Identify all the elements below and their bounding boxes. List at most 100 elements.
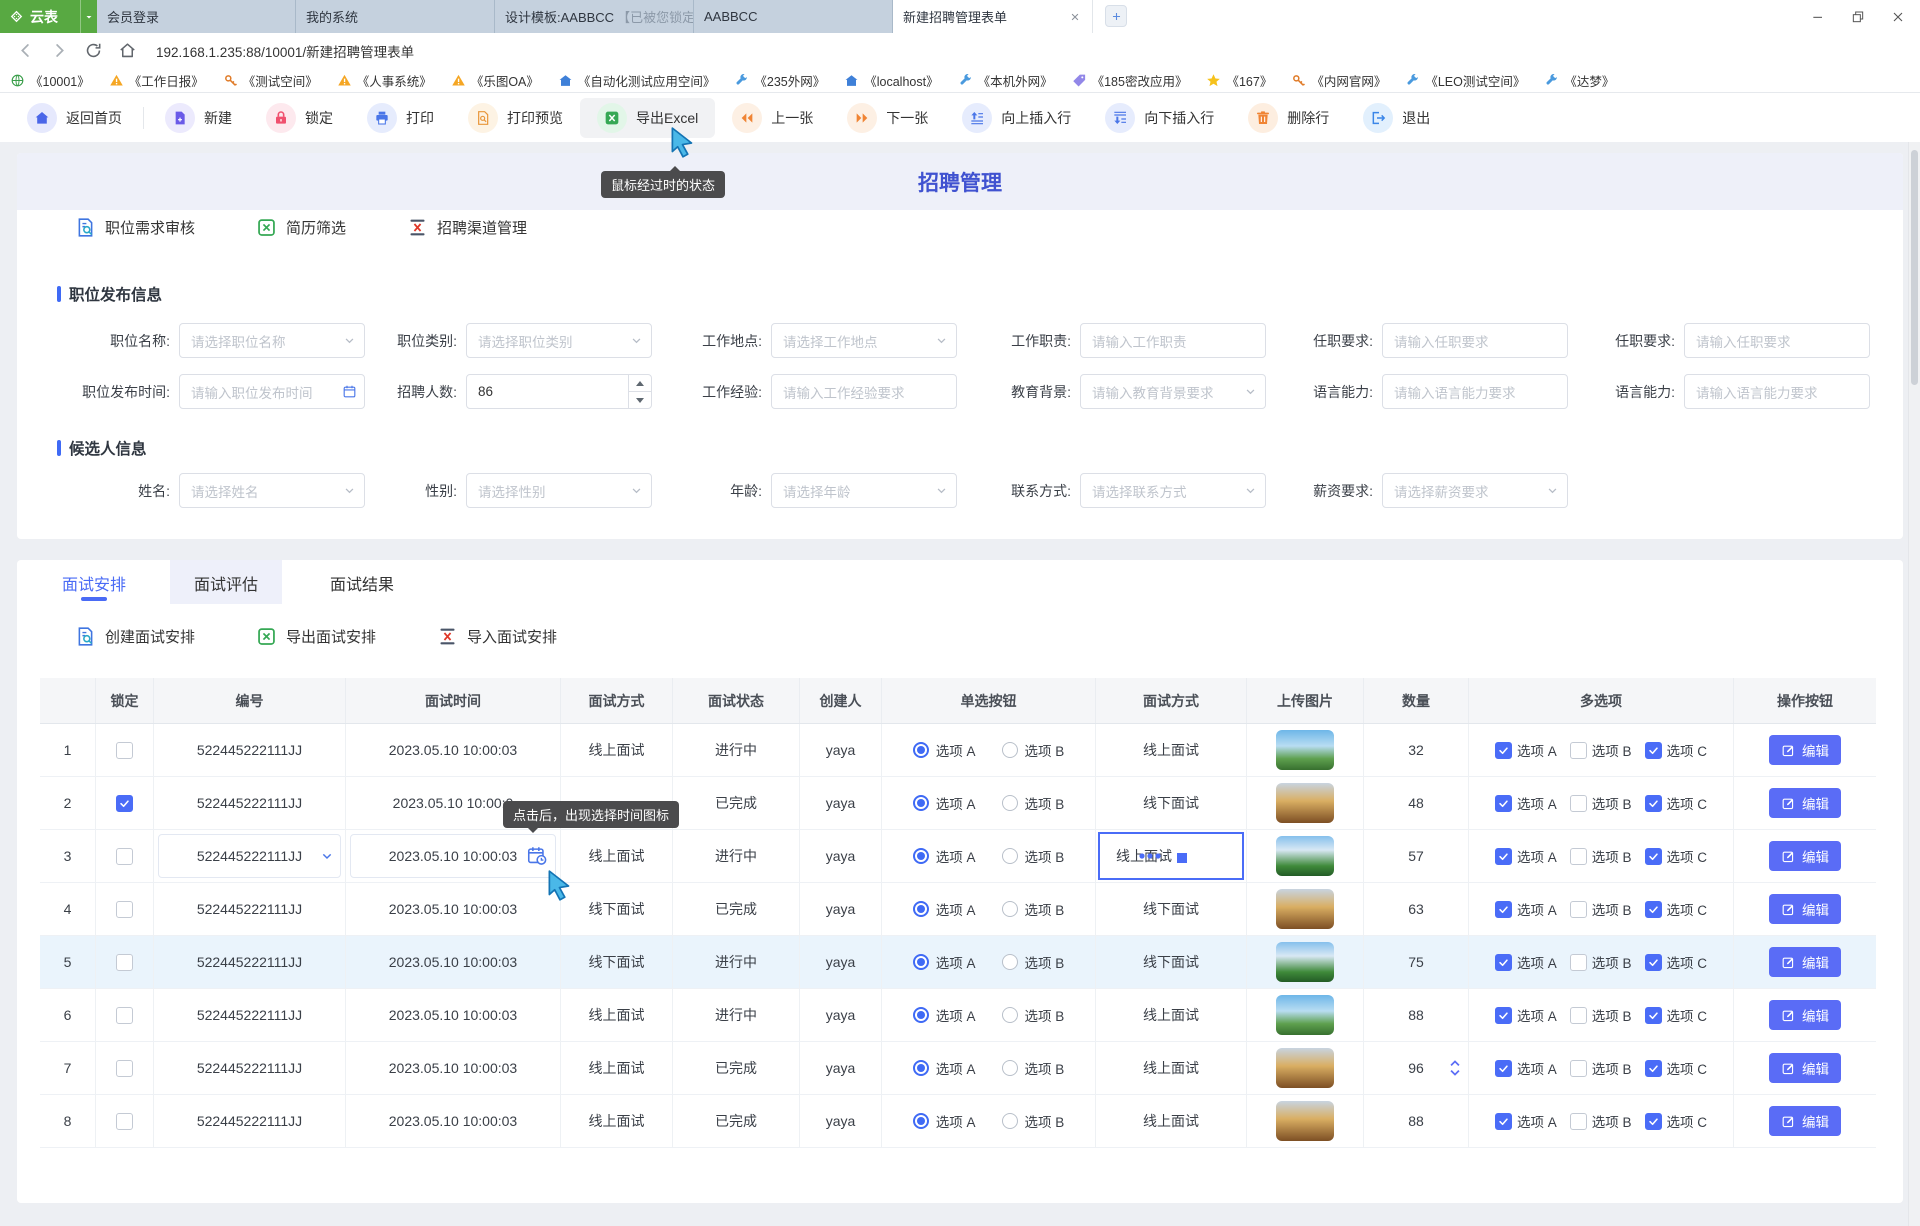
tab-面试结果[interactable]: 面试结果 xyxy=(330,560,394,604)
uploaded-image-thumbnail[interactable] xyxy=(1276,1101,1334,1141)
browser-tab[interactable]: 新建招聘管理表单 xyxy=(893,0,1093,33)
bookmark-item[interactable]: 《达梦》 xyxy=(1544,71,1614,90)
radio-button[interactable] xyxy=(913,742,929,758)
edit-button[interactable]: 编辑 xyxy=(1769,841,1841,871)
lock-checkbox[interactable] xyxy=(116,1060,133,1077)
radio-option[interactable]: 选项 A xyxy=(913,1111,976,1131)
toolbar-button-下一张[interactable]: 下一张 xyxy=(830,98,945,138)
form-field-text[interactable]: 请输入语言能力要求 xyxy=(1684,374,1870,409)
checkbox-option[interactable]: 选项 B xyxy=(1570,793,1632,813)
toolbar-button-新建[interactable]: 新建 xyxy=(148,98,249,138)
radio-button[interactable] xyxy=(1002,954,1018,970)
checkbox-option[interactable]: 选项 A xyxy=(1495,1111,1557,1131)
browser-tab[interactable]: AABBCC xyxy=(694,0,893,33)
checkbox-option[interactable]: 选项 B xyxy=(1570,1058,1632,1078)
edit-button[interactable]: 编辑 xyxy=(1769,1106,1841,1136)
option-checkbox[interactable] xyxy=(1645,954,1662,971)
checkbox-option[interactable]: 选项 C xyxy=(1645,846,1708,866)
bookmark-item[interactable]: 《本机外网》 xyxy=(958,71,1053,90)
radio-button[interactable] xyxy=(1002,848,1018,864)
logo-dropdown-button[interactable] xyxy=(80,0,97,33)
new-tab-button[interactable] xyxy=(1105,5,1127,27)
radio-option[interactable]: 选项 B xyxy=(1002,1058,1065,1078)
uploaded-image-thumbnail[interactable] xyxy=(1276,783,1334,823)
form-field-date[interactable]: 请输入职位发布时间 xyxy=(179,374,365,409)
option-checkbox[interactable] xyxy=(1570,901,1587,918)
form-field-text[interactable]: 请输入语言能力要求 xyxy=(1382,374,1568,409)
action-button-导出面试安排[interactable]: 导出面试安排 xyxy=(256,626,376,647)
browser-tab[interactable]: 我的系统 xyxy=(296,0,495,33)
checkbox-option[interactable]: 选项 C xyxy=(1645,952,1708,972)
edit-button[interactable]: 编辑 xyxy=(1769,788,1841,818)
action-button-职位需求审核[interactable]: 职位需求审核 xyxy=(75,217,195,238)
form-field-text[interactable]: 请输入任职要求 xyxy=(1382,323,1568,358)
form-field-number[interactable]: 86 xyxy=(466,374,652,409)
checkbox-option[interactable]: 选项 A xyxy=(1495,740,1557,760)
method2-cell[interactable]: 线上面试 xyxy=(1096,830,1247,882)
toolbar-button-上一张[interactable]: 上一张 xyxy=(715,98,830,138)
toolbar-button-向下插入行[interactable]: 向下插入行 xyxy=(1088,98,1231,138)
option-checkbox[interactable] xyxy=(1570,1113,1587,1130)
option-checkbox[interactable] xyxy=(1645,742,1662,759)
browser-tab[interactable]: 会员登录 xyxy=(97,0,296,33)
option-checkbox[interactable] xyxy=(1570,848,1587,865)
checkbox-option[interactable]: 选项 C xyxy=(1645,1058,1708,1078)
close-button[interactable] xyxy=(1878,0,1918,33)
toolbar-button-删除行[interactable]: 删除行 xyxy=(1231,98,1346,138)
checkbox-option[interactable]: 选项 A xyxy=(1495,846,1557,866)
radio-option[interactable]: 选项 B xyxy=(1002,1005,1065,1025)
bookmark-item[interactable]: 《235外网》 xyxy=(734,71,825,90)
checkbox-option[interactable]: 选项 A xyxy=(1495,1058,1557,1078)
edit-button[interactable]: 编辑 xyxy=(1769,894,1841,924)
form-field-select[interactable]: 请选择职位名称 xyxy=(179,323,365,358)
option-checkbox[interactable] xyxy=(1570,954,1587,971)
form-field-text[interactable]: 请输入工作经验要求 xyxy=(771,374,957,409)
form-field-select[interactable]: 请选择薪资要求 xyxy=(1382,473,1568,508)
bookmark-item[interactable]: 《乐图OA》 xyxy=(451,71,539,90)
action-button-创建面试安排[interactable]: 创建面试安排 xyxy=(75,626,195,647)
uploaded-image-thumbnail[interactable] xyxy=(1276,942,1334,982)
number-spinner[interactable] xyxy=(628,375,651,408)
radio-option[interactable]: 选项 A xyxy=(913,846,976,866)
checkbox-option[interactable]: 选项 B xyxy=(1570,952,1632,972)
option-checkbox[interactable] xyxy=(1570,1007,1587,1024)
uploaded-image-thumbnail[interactable] xyxy=(1276,889,1334,929)
checkbox-option[interactable]: 选项 C xyxy=(1645,740,1708,760)
form-field-text[interactable]: 请输入任职要求 xyxy=(1684,323,1870,358)
radio-option[interactable]: 选项 B xyxy=(1002,899,1065,919)
checkbox-option[interactable]: 选项 B xyxy=(1570,1111,1632,1131)
option-checkbox[interactable] xyxy=(1495,1007,1512,1024)
option-checkbox[interactable] xyxy=(1570,742,1587,759)
home-button[interactable] xyxy=(118,41,137,60)
toolbar-button-返回首页[interactable]: 返回首页 xyxy=(10,98,139,138)
radio-option[interactable]: 选项 A xyxy=(913,740,976,760)
scrollbar-thumb[interactable] xyxy=(1911,150,1918,385)
code-value[interactable]: 522445222111JJ xyxy=(197,848,302,864)
radio-button[interactable] xyxy=(1002,1113,1018,1129)
edit-button[interactable]: 编辑 xyxy=(1769,1053,1841,1083)
option-checkbox[interactable] xyxy=(1645,1113,1662,1130)
form-field-select[interactable]: 请选择性别 xyxy=(466,473,652,508)
edit-button[interactable]: 编辑 xyxy=(1769,735,1841,765)
form-field-select[interactable]: 请输入教育背景要求 xyxy=(1080,374,1266,409)
radio-button[interactable] xyxy=(913,1060,929,1076)
radio-option[interactable]: 选项 B xyxy=(1002,793,1065,813)
checkbox-option[interactable]: 选项 B xyxy=(1570,740,1632,760)
radio-option[interactable]: 选项 A xyxy=(913,1005,976,1025)
lock-checkbox[interactable] xyxy=(116,1113,133,1130)
checkbox-option[interactable]: 选项 A xyxy=(1495,793,1557,813)
radio-option[interactable]: 选项 B xyxy=(1002,846,1065,866)
radio-button[interactable] xyxy=(913,954,929,970)
toolbar-button-锁定[interactable]: 锁定 xyxy=(249,98,350,138)
form-field-text[interactable]: 请输入工作职责 xyxy=(1080,323,1266,358)
maximize-button[interactable] xyxy=(1838,0,1878,33)
radio-button[interactable] xyxy=(913,901,929,917)
lock-checkbox[interactable] xyxy=(116,901,133,918)
option-checkbox[interactable] xyxy=(1495,742,1512,759)
radio-option[interactable]: 选项 B xyxy=(1002,1111,1065,1131)
bookmark-item[interactable]: 《自动化测试应用空间》 xyxy=(558,71,716,90)
bookmark-item[interactable]: 《167》 xyxy=(1206,71,1272,90)
bookmark-item[interactable]: 《内网官网》 xyxy=(1291,71,1386,90)
toolbar-button-打印[interactable]: 打印 xyxy=(350,98,451,138)
form-field-select[interactable]: 请选择职位类别 xyxy=(466,323,652,358)
